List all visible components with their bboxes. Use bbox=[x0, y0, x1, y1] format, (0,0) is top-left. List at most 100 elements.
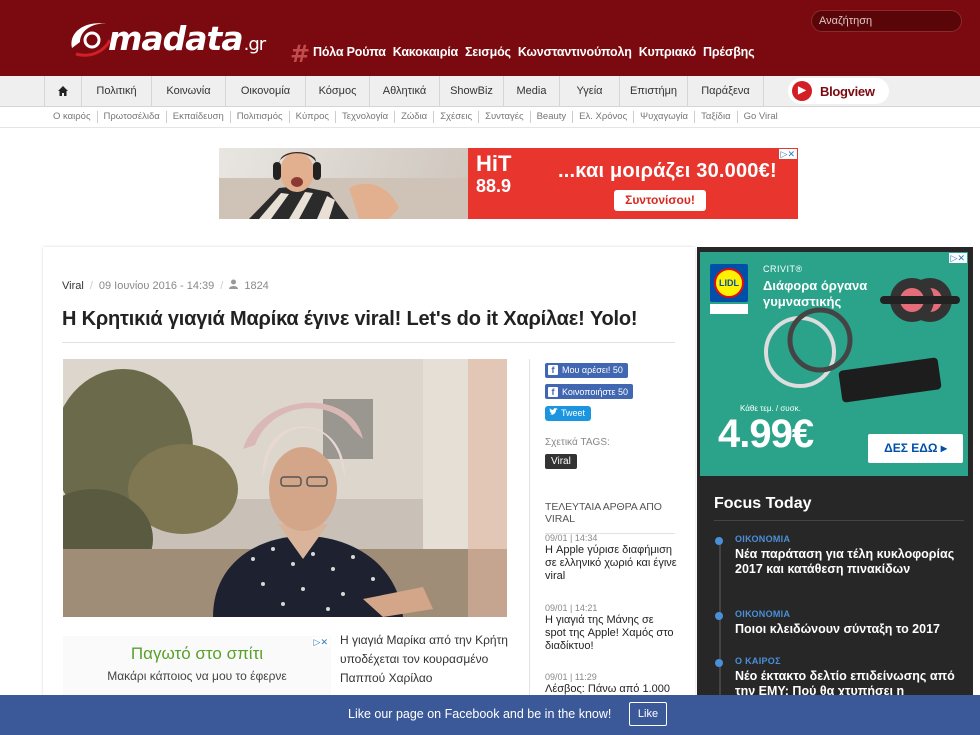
adchoices-icon[interactable]: ▷✕ bbox=[948, 253, 967, 263]
subnav-item[interactable]: Εκπαίδευση bbox=[167, 111, 231, 123]
focus-divider bbox=[714, 520, 964, 521]
subnav-item[interactable]: Τεχνολογία bbox=[336, 111, 396, 123]
article-meta: Viral / 09 Ιουνίου 2016 - 14:39 / 1824 bbox=[62, 279, 269, 292]
latest-article-item[interactable]: 09/01 | 14:21 Η γιαγιά της Μάνης σε spot… bbox=[545, 602, 677, 653]
sidebar-ad[interactable]: LIDL CRIVIT® Διάφορα όργανα γυμναστικής … bbox=[700, 252, 968, 476]
latest-article-title: Η γιαγιά της Μάνης σε spot της Apple! Χα… bbox=[545, 614, 674, 652]
sidebar-ad-button[interactable]: ΔΕΣ ΕΔΩ ▸ bbox=[868, 434, 963, 463]
nav-item-economy[interactable]: Οικονομία bbox=[226, 76, 306, 107]
focus-item-category: ΟΙΚΟΝΟΜΙΑ bbox=[735, 609, 791, 619]
logo-swirl-icon bbox=[66, 14, 114, 60]
banner-photo bbox=[219, 148, 468, 219]
focus-item-title: Ποιοι κλειδώνουν σύνταξη το 2017 bbox=[735, 622, 940, 636]
logo-suffix: .gr bbox=[243, 33, 267, 55]
tags-label: Σχετικά TAGS: bbox=[545, 437, 610, 448]
nav-item-weird[interactable]: Παράξενα bbox=[688, 76, 764, 107]
hashtag-icon: # bbox=[290, 40, 311, 68]
subnav-item[interactable]: Go Viral bbox=[738, 111, 784, 123]
nav-item-sports[interactable]: Αθλητικά bbox=[370, 76, 440, 107]
facebook-share-button[interactable]: f Κοινοποιήστε 50 bbox=[545, 384, 634, 399]
inline-ad-title: Παγωτό στο σπίτι bbox=[130, 644, 264, 663]
latest-article-date: 09/01 | 14:21 bbox=[545, 603, 598, 613]
subnav-item[interactable]: Ο καιρός bbox=[47, 111, 98, 123]
main-nav: Πολιτική Κοινωνία Οικονομία Κόσμος Αθλητ… bbox=[0, 76, 980, 107]
article-date: 09 Ιουνίου 2016 - 14:39 bbox=[98, 279, 215, 292]
facebook-like-button[interactable]: f Μου αρέσει! 50 bbox=[545, 362, 628, 378]
site-logo[interactable]: madata.gr bbox=[66, 14, 267, 60]
latest-article-date: 09/01 | 14:34 bbox=[545, 533, 598, 543]
adchoices-icon[interactable]: ▷✕ bbox=[311, 637, 330, 647]
inline-ad-subtitle: Μακάρι κάποιος να μου το έφερνε bbox=[107, 669, 287, 683]
nav-item-media[interactable]: Media bbox=[504, 76, 560, 107]
nav-item-world[interactable]: Κόσμος bbox=[306, 76, 370, 107]
subnav-item[interactable]: Πρωτοσέλιδα bbox=[98, 111, 167, 123]
facebook-follow-bar: Like our page on Facebook and be in the … bbox=[0, 695, 980, 735]
facebook-icon: f bbox=[548, 365, 558, 375]
focus-item-category: ΟΙΚΟΝΟΜΙΑ bbox=[735, 534, 791, 544]
home-icon[interactable] bbox=[44, 76, 82, 107]
timeline-dot bbox=[715, 659, 723, 667]
banner-headline: ...και μοιράζει 30.000€! bbox=[558, 160, 777, 182]
subnav-item[interactable]: Σχέσεις bbox=[434, 111, 480, 123]
social-buttons: f Μου αρέσει! 50 f Κοινοποιήστε 50 Tweet bbox=[545, 360, 634, 421]
twitter-icon bbox=[549, 408, 558, 418]
trending-links: Πόλα Ρούπα Κακοκαιρία Σεισμός Κωνσταντιν… bbox=[313, 45, 755, 59]
title-divider bbox=[62, 342, 675, 343]
article-views: 1824 bbox=[244, 279, 269, 292]
focus-item-title: Νέα παράταση για τέλη κυκλοφορίας 2017 κ… bbox=[735, 547, 955, 576]
article-column: Viral / 09 Ιουνίου 2016 - 14:39 / 1824 Η… bbox=[43, 247, 695, 735]
subnav-item[interactable]: Ψυχαγωγία bbox=[634, 111, 696, 123]
subnav-item[interactable]: Ζώδια bbox=[395, 111, 435, 123]
nav-item-politics[interactable]: Πολιτική bbox=[82, 76, 152, 107]
blogview-label: Blogview bbox=[820, 83, 875, 99]
top-banner-ad[interactable]: HiT 88.9 ...και μοιράζει 30.000€! Συντον… bbox=[219, 148, 798, 219]
latest-articles-heading: ΤΕΛΕΥΤΑΙΑ ΑΡΘΡΑ ΑΠΟ VIRAL bbox=[545, 501, 675, 534]
banner-panel: HiT 88.9 ...και μοιράζει 30.000€! Συντον… bbox=[468, 148, 798, 219]
play-icon: ▶ bbox=[792, 81, 812, 101]
subnav-item[interactable]: Beauty bbox=[531, 111, 574, 123]
facebook-bar-like-button[interactable]: Like bbox=[629, 702, 667, 726]
article-photo[interactable] bbox=[63, 359, 507, 617]
nav-item-showbiz[interactable]: ShowBiz bbox=[440, 76, 504, 107]
trending-link[interactable]: Σεισμός bbox=[465, 45, 511, 59]
article-body: Η γιαγιά Μαρίκα από την Κρήτη υποδέχεται… bbox=[340, 633, 508, 685]
search-input[interactable]: Αναζήτηση bbox=[811, 10, 962, 32]
focus-today-heading: Focus Today bbox=[714, 495, 812, 512]
facebook-icon: f bbox=[548, 386, 558, 397]
inline-ad[interactable]: Παγωτό στο σπίτι Μακάρι κάποιος να μου τ… bbox=[63, 636, 331, 696]
article-category[interactable]: Viral bbox=[62, 280, 84, 292]
trending-link[interactable]: Πόλα Ρούπα bbox=[313, 45, 386, 59]
latest-article-item[interactable]: 09/01 | 14:34 Η Apple γύρισε διαφήμιση σ… bbox=[545, 532, 677, 583]
subnav-item[interactable]: Πολιτισμός bbox=[231, 111, 290, 123]
site-header: madata.gr # Πόλα Ρούπα Κακοκαιρία Σεισμό… bbox=[0, 0, 980, 76]
article-title: Η Κρητικιά γιαγιά Μαρίκα έγινε viral! Le… bbox=[62, 308, 638, 330]
hit-radio-logo: HiT 88.9 bbox=[476, 151, 512, 197]
nav-item-science[interactable]: Επιστήμη bbox=[620, 76, 688, 107]
subnav-item[interactable]: Συνταγές bbox=[479, 111, 531, 123]
timeline-dot bbox=[715, 612, 723, 620]
tweet-button[interactable]: Tweet bbox=[545, 405, 592, 421]
trending-link[interactable]: Πρέσβης bbox=[703, 45, 755, 59]
column-divider bbox=[529, 359, 530, 735]
blogview-button[interactable]: ▶ Blogview bbox=[788, 78, 889, 104]
trending-link[interactable]: Κακοκαιρία bbox=[393, 45, 458, 59]
subnav-item[interactable]: Ταξίδια bbox=[695, 111, 738, 123]
sidebar-ad-price: 4.99€ bbox=[718, 412, 814, 456]
sub-nav: Ο καιρός Πρωτοσέλιδα Εκπαίδευση Πολιτισμ… bbox=[0, 108, 980, 128]
trending-link[interactable]: Κυπριακό bbox=[639, 45, 697, 59]
timeline-dot bbox=[715, 537, 723, 545]
latest-article-title: Η Apple γύρισε διαφήμιση σε ελληνικό χωρ… bbox=[545, 544, 677, 582]
trending-link[interactable]: Κωνσταντινούπολη bbox=[518, 45, 632, 59]
nav-item-society[interactable]: Κοινωνία bbox=[152, 76, 226, 107]
focus-item-category: Ο ΚΑΙΡΟΣ bbox=[735, 656, 781, 666]
latest-article-date: 09/01 | 11:29 bbox=[545, 672, 597, 682]
latest-article-item[interactable]: 09/01 | 11:29 Λέσβος: Πάνω από 1.000 bbox=[545, 671, 677, 696]
adchoices-icon[interactable]: ▷✕ bbox=[778, 149, 797, 159]
subnav-item[interactable]: Κύπρος bbox=[290, 111, 336, 123]
facebook-bar-text: Like our page on Facebook and be in the … bbox=[348, 707, 612, 721]
subnav-item[interactable]: Ελ. Χρόνος bbox=[573, 111, 635, 123]
person-icon bbox=[229, 279, 239, 292]
nav-item-health[interactable]: Υγεία bbox=[560, 76, 620, 107]
banner-cta-button[interactable]: Συντονίσου! bbox=[614, 190, 706, 211]
tag-chip[interactable]: Viral bbox=[545, 454, 577, 469]
